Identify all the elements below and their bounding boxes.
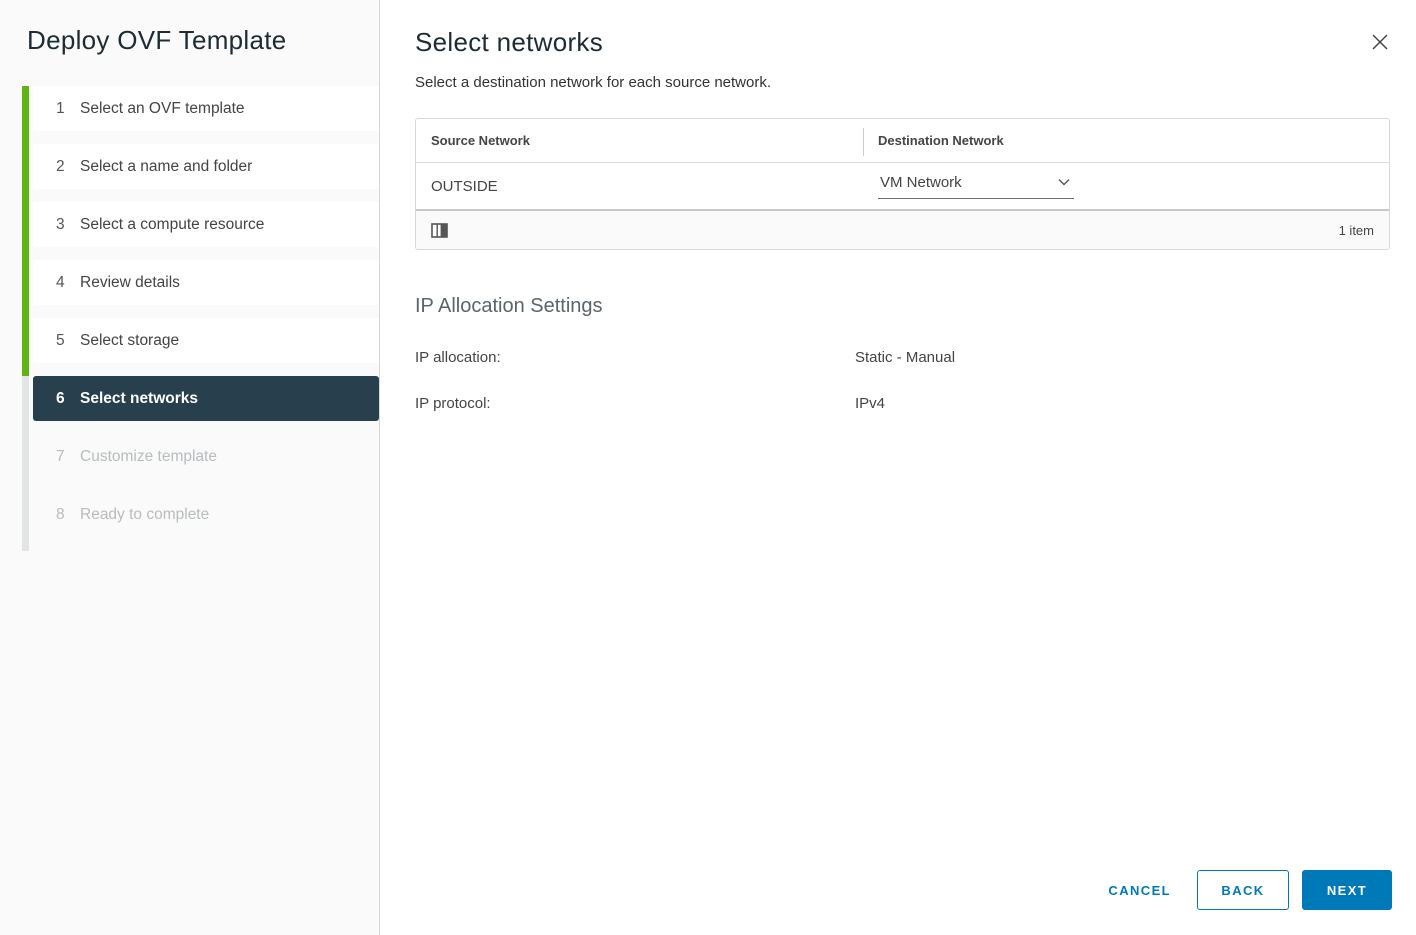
column-picker-icon: [431, 223, 448, 238]
chevron-down-icon: [1058, 178, 1070, 186]
table-row: OUTSIDE VM Network: [416, 162, 1389, 209]
ip-allocation-row: IP allocation: Static - Manual: [415, 349, 1390, 366]
step-label: Select a compute resource: [80, 216, 264, 234]
step-label: Select an OVF template: [80, 100, 245, 118]
table-header-row: Source Network Destination Network: [416, 119, 1389, 162]
sidebar-step-customize-template: 7 Customize template: [33, 434, 379, 479]
step-label: Select storage: [80, 332, 179, 350]
ip-allocation-section-title: IP Allocation Settings: [415, 295, 1390, 318]
step-number: 5: [56, 332, 80, 350]
table-footer: 1 item: [416, 209, 1389, 249]
sidebar-step-review-details[interactable]: 4 Review details: [33, 260, 379, 305]
step-number: 8: [56, 506, 80, 524]
step-number: 6: [56, 390, 80, 408]
page-subtitle: Select a destination network for each so…: [415, 74, 1390, 91]
sidebar-step-select-storage[interactable]: 5 Select storage: [33, 318, 379, 363]
step-label: Ready to complete: [80, 506, 209, 524]
step-progress-bar: [22, 86, 29, 376]
item-count: 1 item: [1339, 223, 1374, 238]
step-number: 4: [56, 274, 80, 292]
destination-network-value: VM Network: [880, 174, 962, 191]
step-label: Customize template: [80, 448, 217, 466]
destination-network-select[interactable]: VM Network: [878, 174, 1074, 199]
sidebar-step-select-ovf-template[interactable]: 1 Select an OVF template: [33, 86, 379, 131]
ip-protocol-label: IP protocol:: [415, 395, 855, 412]
ip-protocol-row: IP protocol: IPv4: [415, 395, 1390, 412]
step-progress-track: [22, 376, 29, 551]
wizard-sidebar: Deploy OVF Template 1 Select an OVF temp…: [0, 0, 380, 935]
destination-network-cell: VM Network: [863, 174, 1389, 199]
column-divider: [863, 128, 864, 156]
page-title: Select networks: [415, 27, 1390, 58]
ip-allocation-value: Static - Manual: [855, 349, 955, 366]
sidebar-step-select-name-folder[interactable]: 2 Select a name and folder: [33, 144, 379, 189]
step-number: 3: [56, 216, 80, 234]
next-button[interactable]: NEXT: [1302, 870, 1392, 910]
step-label: Select networks: [80, 390, 198, 408]
sidebar-step-select-compute-resource[interactable]: 3 Select a compute resource: [33, 202, 379, 247]
step-label: Select a name and folder: [80, 158, 252, 176]
sidebar-step-select-networks[interactable]: 6 Select networks: [33, 376, 379, 421]
step-number: 1: [56, 100, 80, 118]
column-header-destination-network: Destination Network: [863, 133, 1389, 148]
close-button[interactable]: [1367, 29, 1393, 55]
source-network-cell: OUTSIDE: [416, 178, 863, 195]
wizard-title: Deploy OVF Template: [27, 25, 379, 56]
wizard-actions: CANCEL BACK NEXT: [1108, 870, 1392, 910]
sidebar-step-ready-to-complete: 8 Ready to complete: [33, 492, 379, 537]
step-label: Review details: [80, 274, 180, 292]
back-button[interactable]: BACK: [1197, 870, 1289, 910]
wizard-content-panel: Select networks Select a destination net…: [381, 0, 1416, 935]
step-number: 2: [56, 158, 80, 176]
ip-allocation-label: IP allocation:: [415, 349, 855, 366]
column-picker-button[interactable]: [431, 223, 448, 238]
wizard-steps: 1 Select an OVF template 2 Select a name…: [0, 86, 379, 551]
close-icon: [1369, 31, 1391, 53]
network-mapping-table: Source Network Destination Network OUTSI…: [415, 118, 1390, 250]
cancel-button[interactable]: CANCEL: [1108, 883, 1171, 898]
column-header-source-network: Source Network: [416, 133, 863, 148]
ip-protocol-value: IPv4: [855, 395, 885, 412]
step-number: 7: [56, 448, 80, 466]
